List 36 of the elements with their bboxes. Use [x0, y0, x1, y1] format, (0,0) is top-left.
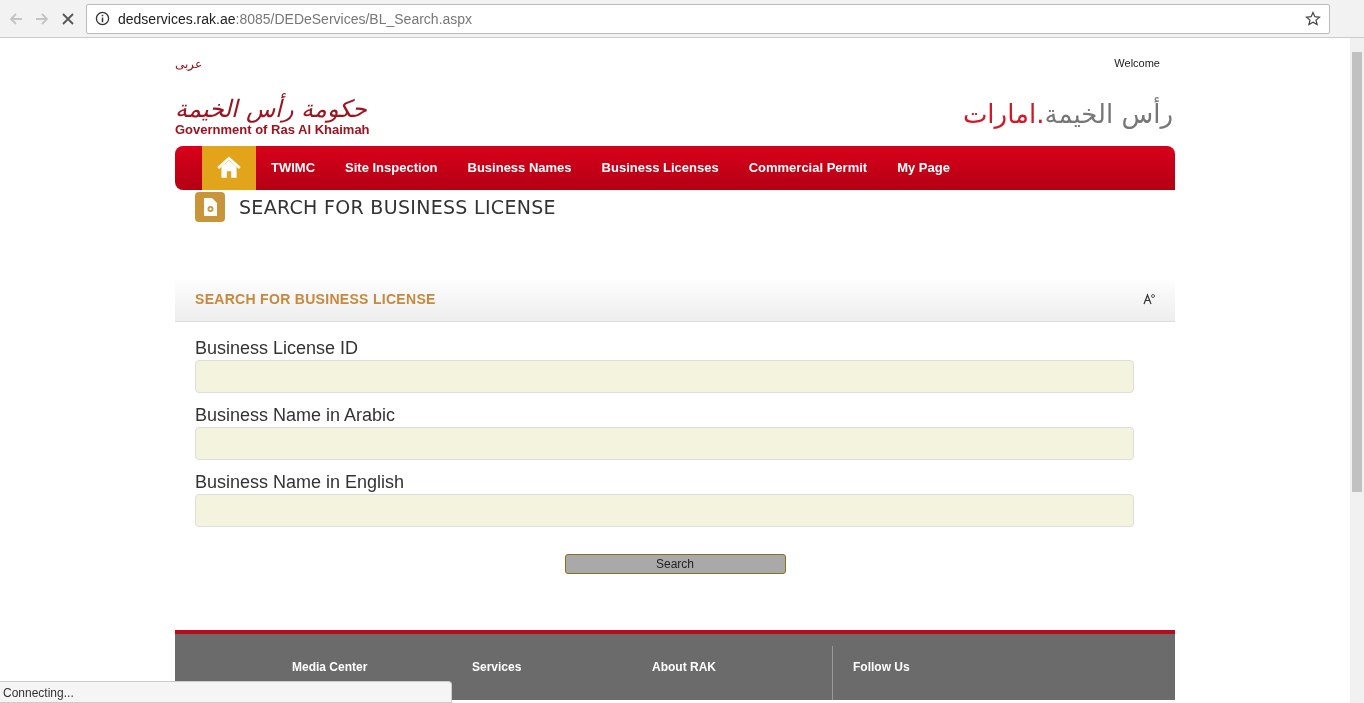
- footer-heading: Services: [472, 660, 522, 674]
- footer-heading: Media Center: [292, 660, 368, 674]
- info-icon[interactable]: [95, 11, 110, 26]
- language-link[interactable]: عربى: [175, 57, 202, 79]
- panel-title: SEARCH FOR BUSINESS LICENSE: [195, 291, 436, 307]
- nav-link[interactable]: Business Licenses: [586, 146, 734, 190]
- nav-link[interactable]: My Page: [882, 146, 965, 190]
- nav-link[interactable]: Site Inspection: [330, 146, 453, 190]
- star-icon[interactable]: [1305, 10, 1321, 27]
- welcome-text: Welcome: [1114, 57, 1160, 71]
- search-button[interactable]: Search: [564, 554, 786, 574]
- nav-link[interactable]: Business Names: [452, 146, 587, 190]
- field-label: Business Name in English: [195, 471, 406, 494]
- brand-logo: رأس الخيمة.امارات: [961, 96, 1174, 132]
- home-tab[interactable]: [202, 146, 256, 190]
- input-field[interactable]: [195, 494, 1134, 527]
- status-bubble: Connecting...: [0, 681, 452, 703]
- nav-link[interactable]: TWIMC: [256, 146, 331, 190]
- stop-icon[interactable]: [60, 10, 76, 27]
- page-title: SEARCH FOR BUSINESS LICENSE: [239, 196, 556, 218]
- font-size-icon[interactable]: [1143, 293, 1155, 305]
- scrollbar[interactable]: [1350, 38, 1364, 703]
- address-bar[interactable]: dedservices.rak.ae:8085/DEDeServices/BL_Search.aspx: [86, 3, 1330, 34]
- home-icon: [216, 155, 242, 181]
- back-icon[interactable]: [8, 10, 24, 27]
- field-label: Business Name in Arabic: [195, 404, 397, 427]
- nav-link[interactable]: Commercial Permit: [733, 146, 883, 190]
- logo-english-text: Government of Ras Al Khaimah: [175, 123, 370, 136]
- footer-heading: Follow Us: [853, 660, 910, 674]
- url-text: dedservices.rak.ae:8085/DEDeServices/BL_Search.aspx: [118, 10, 474, 27]
- document-icon: [195, 192, 225, 222]
- footer-heading: About RAK: [652, 660, 716, 674]
- forward-icon[interactable]: [34, 10, 50, 27]
- field-label: Business License ID: [195, 337, 360, 360]
- input-field[interactable]: [195, 427, 1134, 460]
- input-field[interactable]: [195, 360, 1134, 393]
